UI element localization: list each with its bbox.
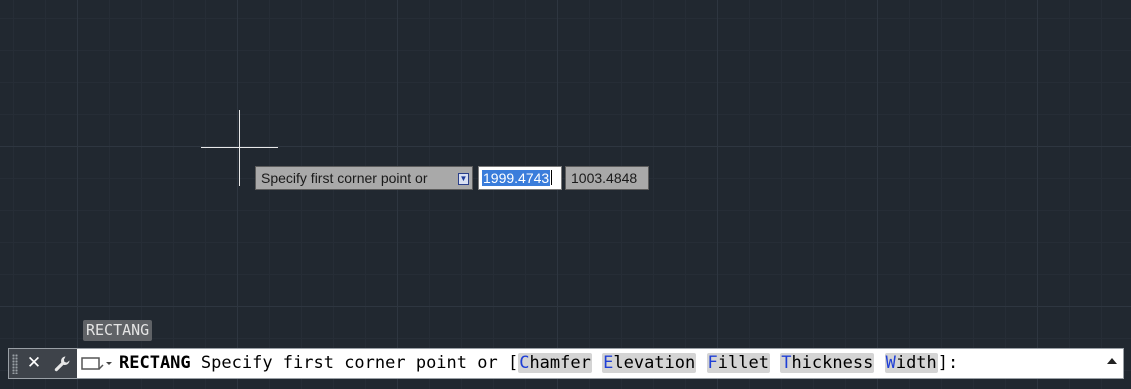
crosshair-vertical [239, 110, 240, 186]
command-name: RECTANG [119, 353, 191, 373]
text-caret [551, 170, 553, 185]
command-history-line: RECTANG [83, 320, 153, 341]
option-fillet[interactable]: Fillet [706, 353, 770, 373]
x-coordinate-value[interactable]: 1999.4743 [482, 170, 551, 186]
wrench-icon[interactable] [51, 353, 73, 375]
history-scroll-up-icon[interactable] [1107, 358, 1117, 364]
command-line[interactable]: ✕ RECTANG Specify first corner point or … [8, 348, 1124, 379]
grip-handle-icon[interactable] [12, 354, 18, 374]
dynamic-input-prompt: Specify first corner point or ▼ [255, 166, 473, 190]
drawing-canvas[interactable]: Specify first corner point or ▼ 1999.474… [0, 0, 1131, 389]
command-suffix: ]: [937, 353, 959, 373]
down-arrow-icon[interactable]: ▼ [458, 173, 469, 185]
dynamic-input-prompt-text: Specify first corner point or [261, 170, 428, 186]
option-width[interactable]: Width [884, 353, 938, 373]
command-line-toolbar: ✕ [9, 349, 77, 378]
y-coordinate-input[interactable]: 1003.4848 [565, 166, 649, 190]
y-coordinate-value[interactable]: 1003.4848 [571, 170, 637, 186]
x-coordinate-input[interactable]: 1999.4743 [478, 166, 562, 190]
option-chamfer[interactable]: Chamfer [518, 353, 592, 373]
option-thickness[interactable]: Thickness [780, 353, 875, 373]
close-icon[interactable]: ✕ [24, 353, 44, 373]
command-prompt-text: Specify first corner point or [ [200, 353, 519, 373]
option-elevation[interactable]: Elevation [602, 353, 697, 373]
command-line-text[interactable]: RECTANG Specify first corner point or [C… [119, 349, 958, 378]
command-prompt-icon[interactable] [81, 355, 115, 373]
